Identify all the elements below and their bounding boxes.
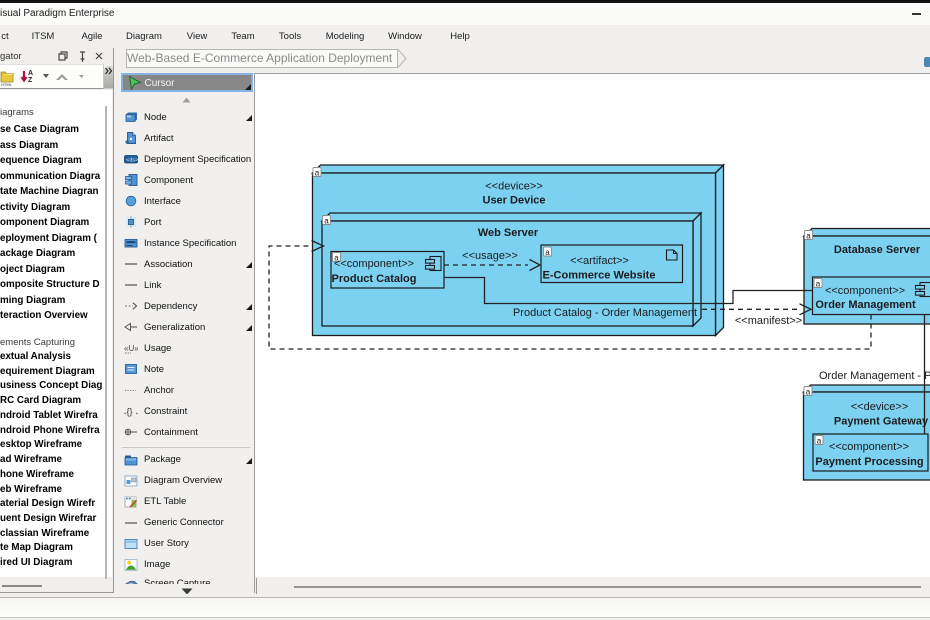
svg-text:a: a <box>806 387 811 396</box>
svg-text:<<manifest>>: <<manifest>> <box>735 315 802 327</box>
svg-text:Database Server: Database Server <box>834 244 921 256</box>
svg-text:{}: {} <box>127 407 133 417</box>
svg-text:a: a <box>315 168 320 177</box>
svg-text:a: a <box>806 231 811 240</box>
svg-text:Z: Z <box>28 77 33 84</box>
svg-text:<<usage>>: <<usage>> <box>462 250 518 262</box>
svg-text:HTML: HTML <box>1 82 13 87</box>
svg-text:Payment Processing: Payment Processing <box>815 456 923 468</box>
svg-text:a: a <box>817 436 822 445</box>
svg-text:<<component>>: <<component>> <box>829 441 909 453</box>
svg-text:Web Server: Web Server <box>478 227 539 239</box>
svg-text:E-Commerce Website: E-Commerce Website <box>543 270 656 282</box>
svg-text:<<component>>: <<component>> <box>825 285 905 297</box>
svg-text:Product Catalog - Order Manage: Product Catalog - Order Management <box>513 307 697 319</box>
svg-text:<<artifact>>: <<artifact>> <box>570 255 629 267</box>
svg-text:<ds>: <ds> <box>126 158 138 164</box>
svg-text:Payment Gateway: Payment Gateway <box>834 416 929 428</box>
svg-text:a: a <box>324 216 329 225</box>
svg-text:A: A <box>28 70 33 77</box>
svg-text:<<device>>: <<device>> <box>485 181 543 193</box>
svg-text:Order Management: Order Management <box>815 299 916 311</box>
svg-text:a: a <box>545 248 550 257</box>
svg-text:Order Management - Payment Pro: Order Management - Payment Processing <box>819 370 930 382</box>
svg-text:a: a <box>816 279 821 288</box>
svg-text:«U»: «U» <box>124 344 138 353</box>
svg-text:<<component>>: <<component>> <box>334 258 414 270</box>
svg-text:<<device>>: <<device>> <box>851 401 909 413</box>
svg-text:Product Catalog: Product Catalog <box>332 273 417 285</box>
svg-text:User Device: User Device <box>483 195 546 207</box>
